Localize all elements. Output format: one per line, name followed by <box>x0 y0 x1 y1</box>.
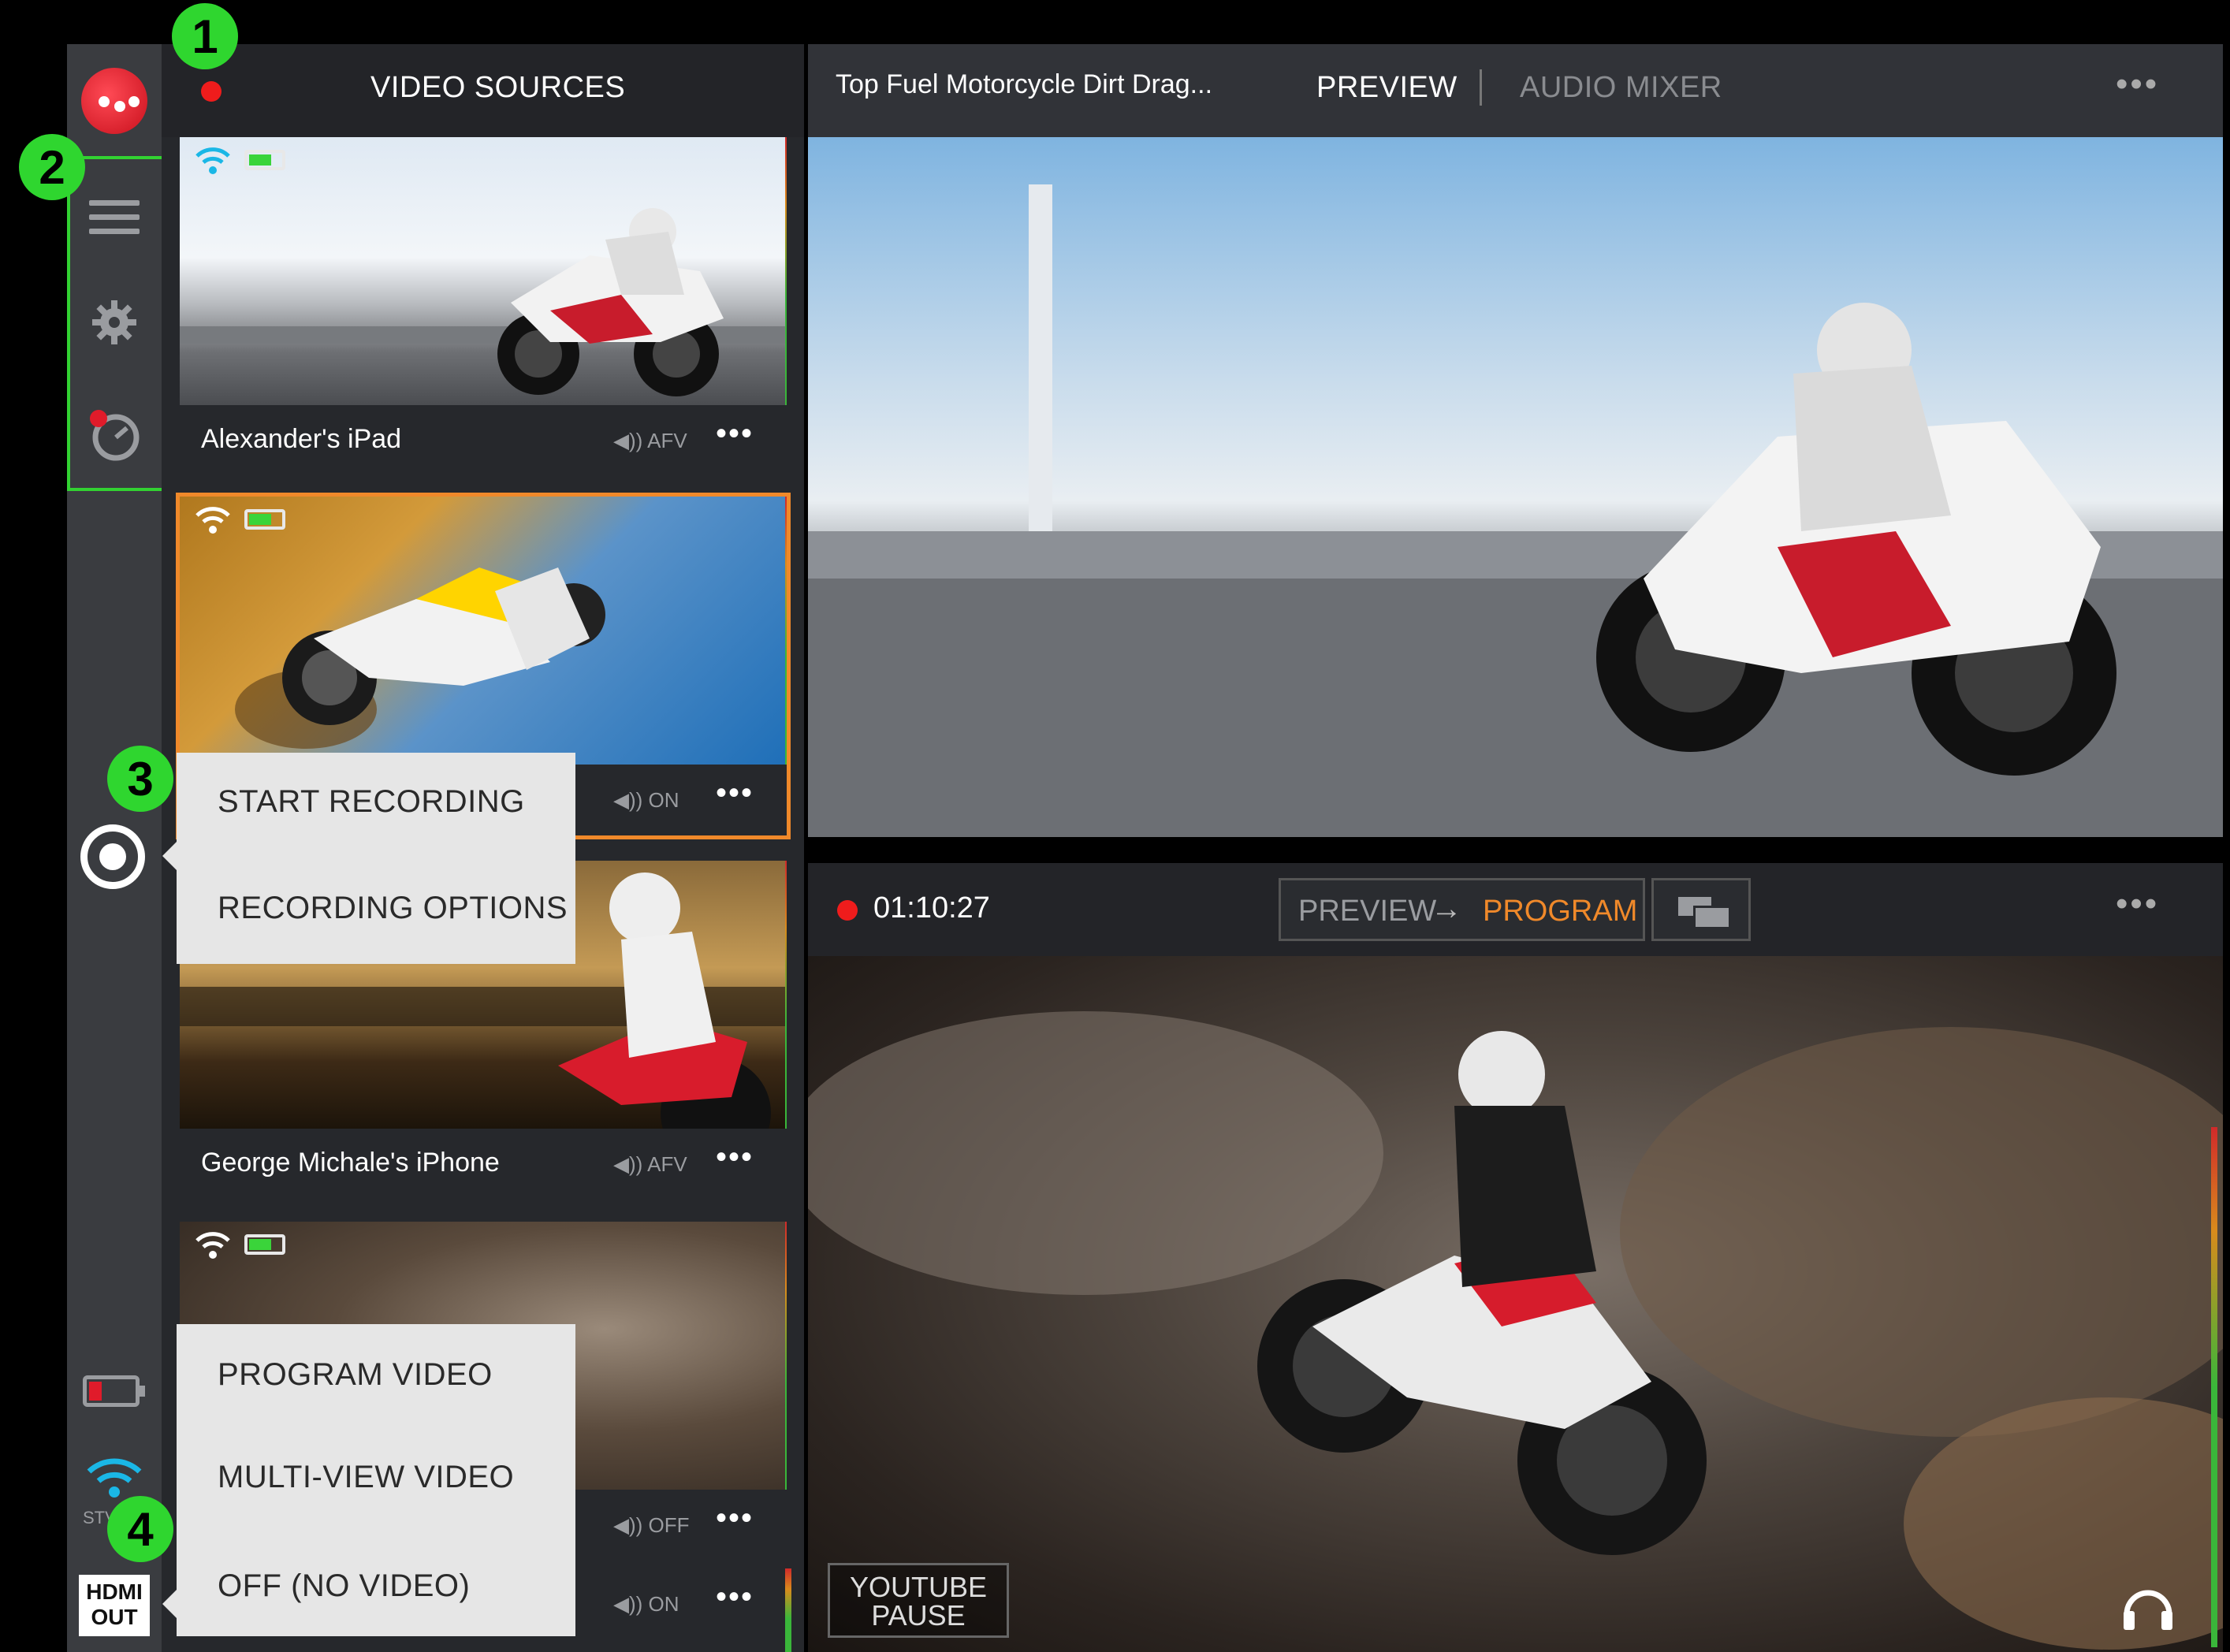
rail-highlight-box <box>67 156 165 491</box>
wifi-icon <box>195 507 230 534</box>
battery-icon <box>83 1375 145 1407</box>
recording-timer: 01:10:27 <box>873 891 990 925</box>
video-sources-title: VIDEO SOURCES <box>370 71 626 104</box>
hdmi-out-menu: PROGRAM VIDEO MULTI-VIEW VIDEO OFF (NO V… <box>177 1324 575 1636</box>
tab-audio-mixer[interactable]: AUDIO MIXER <box>1520 71 1722 105</box>
recording-options-item[interactable]: RECORDING OPTIONS <box>218 891 568 926</box>
hdmi-label-line2: OUT <box>91 1605 138 1629</box>
audio-level-meter <box>785 497 787 765</box>
audio-mode-toggle[interactable]: ◀)) ON <box>613 788 679 813</box>
youtube-label: YOUTUBE <box>849 1571 988 1603</box>
off-no-video-item[interactable]: OFF (NO VIDEO) <box>218 1568 470 1604</box>
preview-video[interactable] <box>808 137 2223 837</box>
preview-label: PREVIEW <box>1298 895 1437 928</box>
source-caption: George Michale's iPhone ◀)) AFV ••• <box>180 1129 787 1200</box>
marker-3: 3 <box>107 746 173 812</box>
tab-separator <box>1480 69 1482 106</box>
record-button[interactable] <box>80 824 145 889</box>
headphones-icon[interactable] <box>2120 1576 2176 1632</box>
battery-icon <box>244 1234 285 1255</box>
live-indicator-dot <box>201 81 222 102</box>
more-options-icon[interactable]: ••• <box>716 776 754 811</box>
youtube-pause-button[interactable]: YOUTUBE PAUSE <box>828 1563 1009 1638</box>
source-name: George Michale's iPhone <box>201 1148 500 1178</box>
source-name: Alexander's iPad <box>201 424 402 454</box>
battery-icon <box>244 509 285 530</box>
hdmi-label-line1: HDMI <box>86 1579 143 1604</box>
audio-mode-toggle[interactable]: ◀)) AFV <box>613 429 687 453</box>
audio-level-meter <box>785 1568 791 1652</box>
more-options-icon[interactable]: ••• <box>716 1501 754 1536</box>
marker-1: 1 <box>172 3 238 69</box>
audio-mode-toggle[interactable]: ◀)) ON <box>613 1592 679 1617</box>
more-options-icon[interactable]: ••• <box>716 1140 754 1175</box>
audio-level-meter <box>785 1222 787 1490</box>
wifi-icon <box>195 1232 230 1259</box>
multiview-button[interactable] <box>1651 878 1751 941</box>
multiview-icon-back <box>1693 906 1731 929</box>
source-thumbnail[interactable] <box>180 137 787 405</box>
hdmi-out-button[interactable]: HDMI OUT <box>79 1575 150 1636</box>
source-caption: Alexander's iPad ◀)) AFV ••• <box>180 405 787 476</box>
arrow-right-icon: → <box>1431 891 1462 926</box>
app-logo[interactable] <box>81 68 147 134</box>
wifi-icon <box>87 1458 142 1498</box>
multi-view-video-item[interactable]: MULTI-VIEW VIDEO <box>218 1460 514 1495</box>
audio-level-meter <box>785 861 787 1129</box>
preview-to-program-button[interactable]: PREVIEW → PROGRAM <box>1279 878 1645 941</box>
hdmi-menu-caret <box>162 1590 177 1618</box>
program-more-icon[interactable]: ••• <box>2116 884 2159 924</box>
audio-mode-toggle[interactable]: ◀)) AFV <box>613 1152 687 1177</box>
app-root: STV HDMI OUT VIDEO SOURCES Alexander's i… <box>0 0 2230 1652</box>
record-menu-caret <box>162 842 177 870</box>
tab-preview[interactable]: PREVIEW <box>1316 71 1458 105</box>
more-options-icon[interactable]: ••• <box>716 416 754 452</box>
recording-indicator-dot <box>837 900 858 921</box>
program-audio-meter <box>2211 1127 2217 1647</box>
program-video-item[interactable]: PROGRAM VIDEO <box>218 1357 493 1393</box>
marker-2: 2 <box>19 134 85 200</box>
more-options-icon[interactable]: ••• <box>716 1579 754 1615</box>
program-label: PROGRAM <box>1483 895 1638 928</box>
audio-mode-toggle[interactable]: ◀)) OFF <box>613 1513 690 1538</box>
source-thumbnail[interactable] <box>180 497 787 765</box>
marker-4: 4 <box>107 1496 173 1562</box>
audio-level-meter <box>785 137 787 405</box>
source-card[interactable]: Alexander's iPad ◀)) AFV ••• <box>180 137 787 476</box>
event-title: Top Fuel Motorcycle Dirt Drag... <box>836 69 1213 99</box>
recording-menu: START RECORDING RECORDING OPTIONS <box>177 753 575 964</box>
program-video[interactable] <box>808 956 2223 1652</box>
start-recording-item[interactable]: START RECORDING <box>218 784 525 820</box>
battery-icon <box>244 150 285 170</box>
preview-more-icon[interactable]: ••• <box>2116 65 2159 104</box>
pause-label: PAUSE <box>871 1599 966 1632</box>
wifi-icon <box>195 147 230 174</box>
